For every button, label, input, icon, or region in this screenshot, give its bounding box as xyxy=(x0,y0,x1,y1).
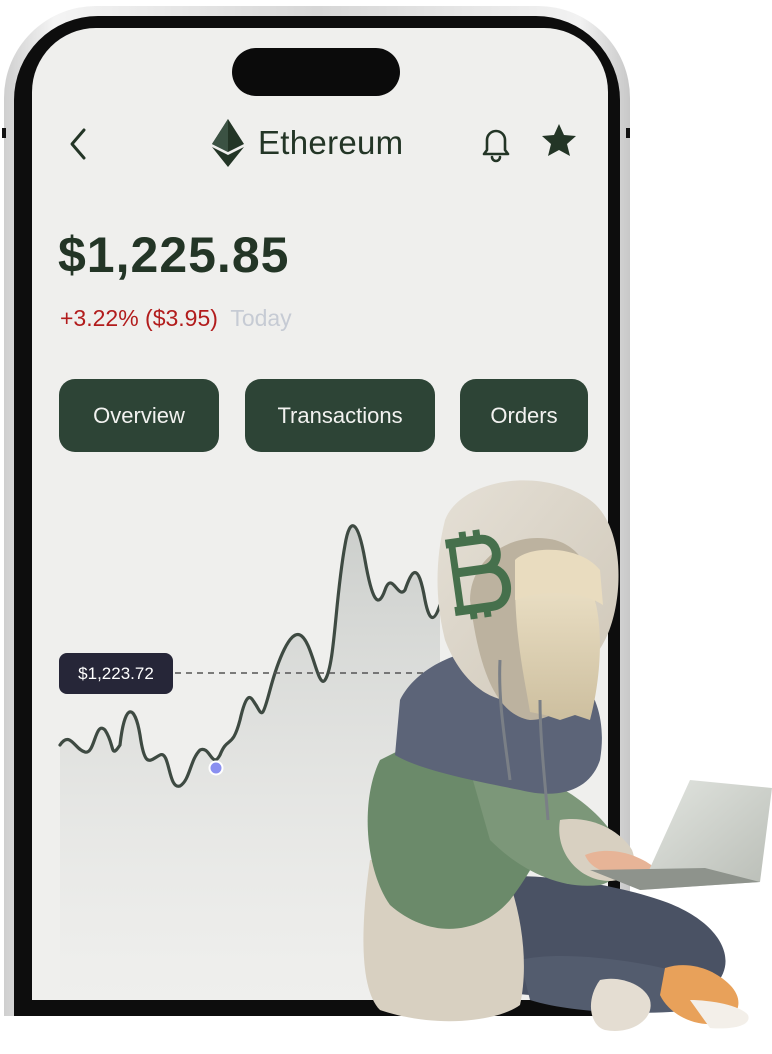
hooded-character-illustration xyxy=(363,480,772,1031)
